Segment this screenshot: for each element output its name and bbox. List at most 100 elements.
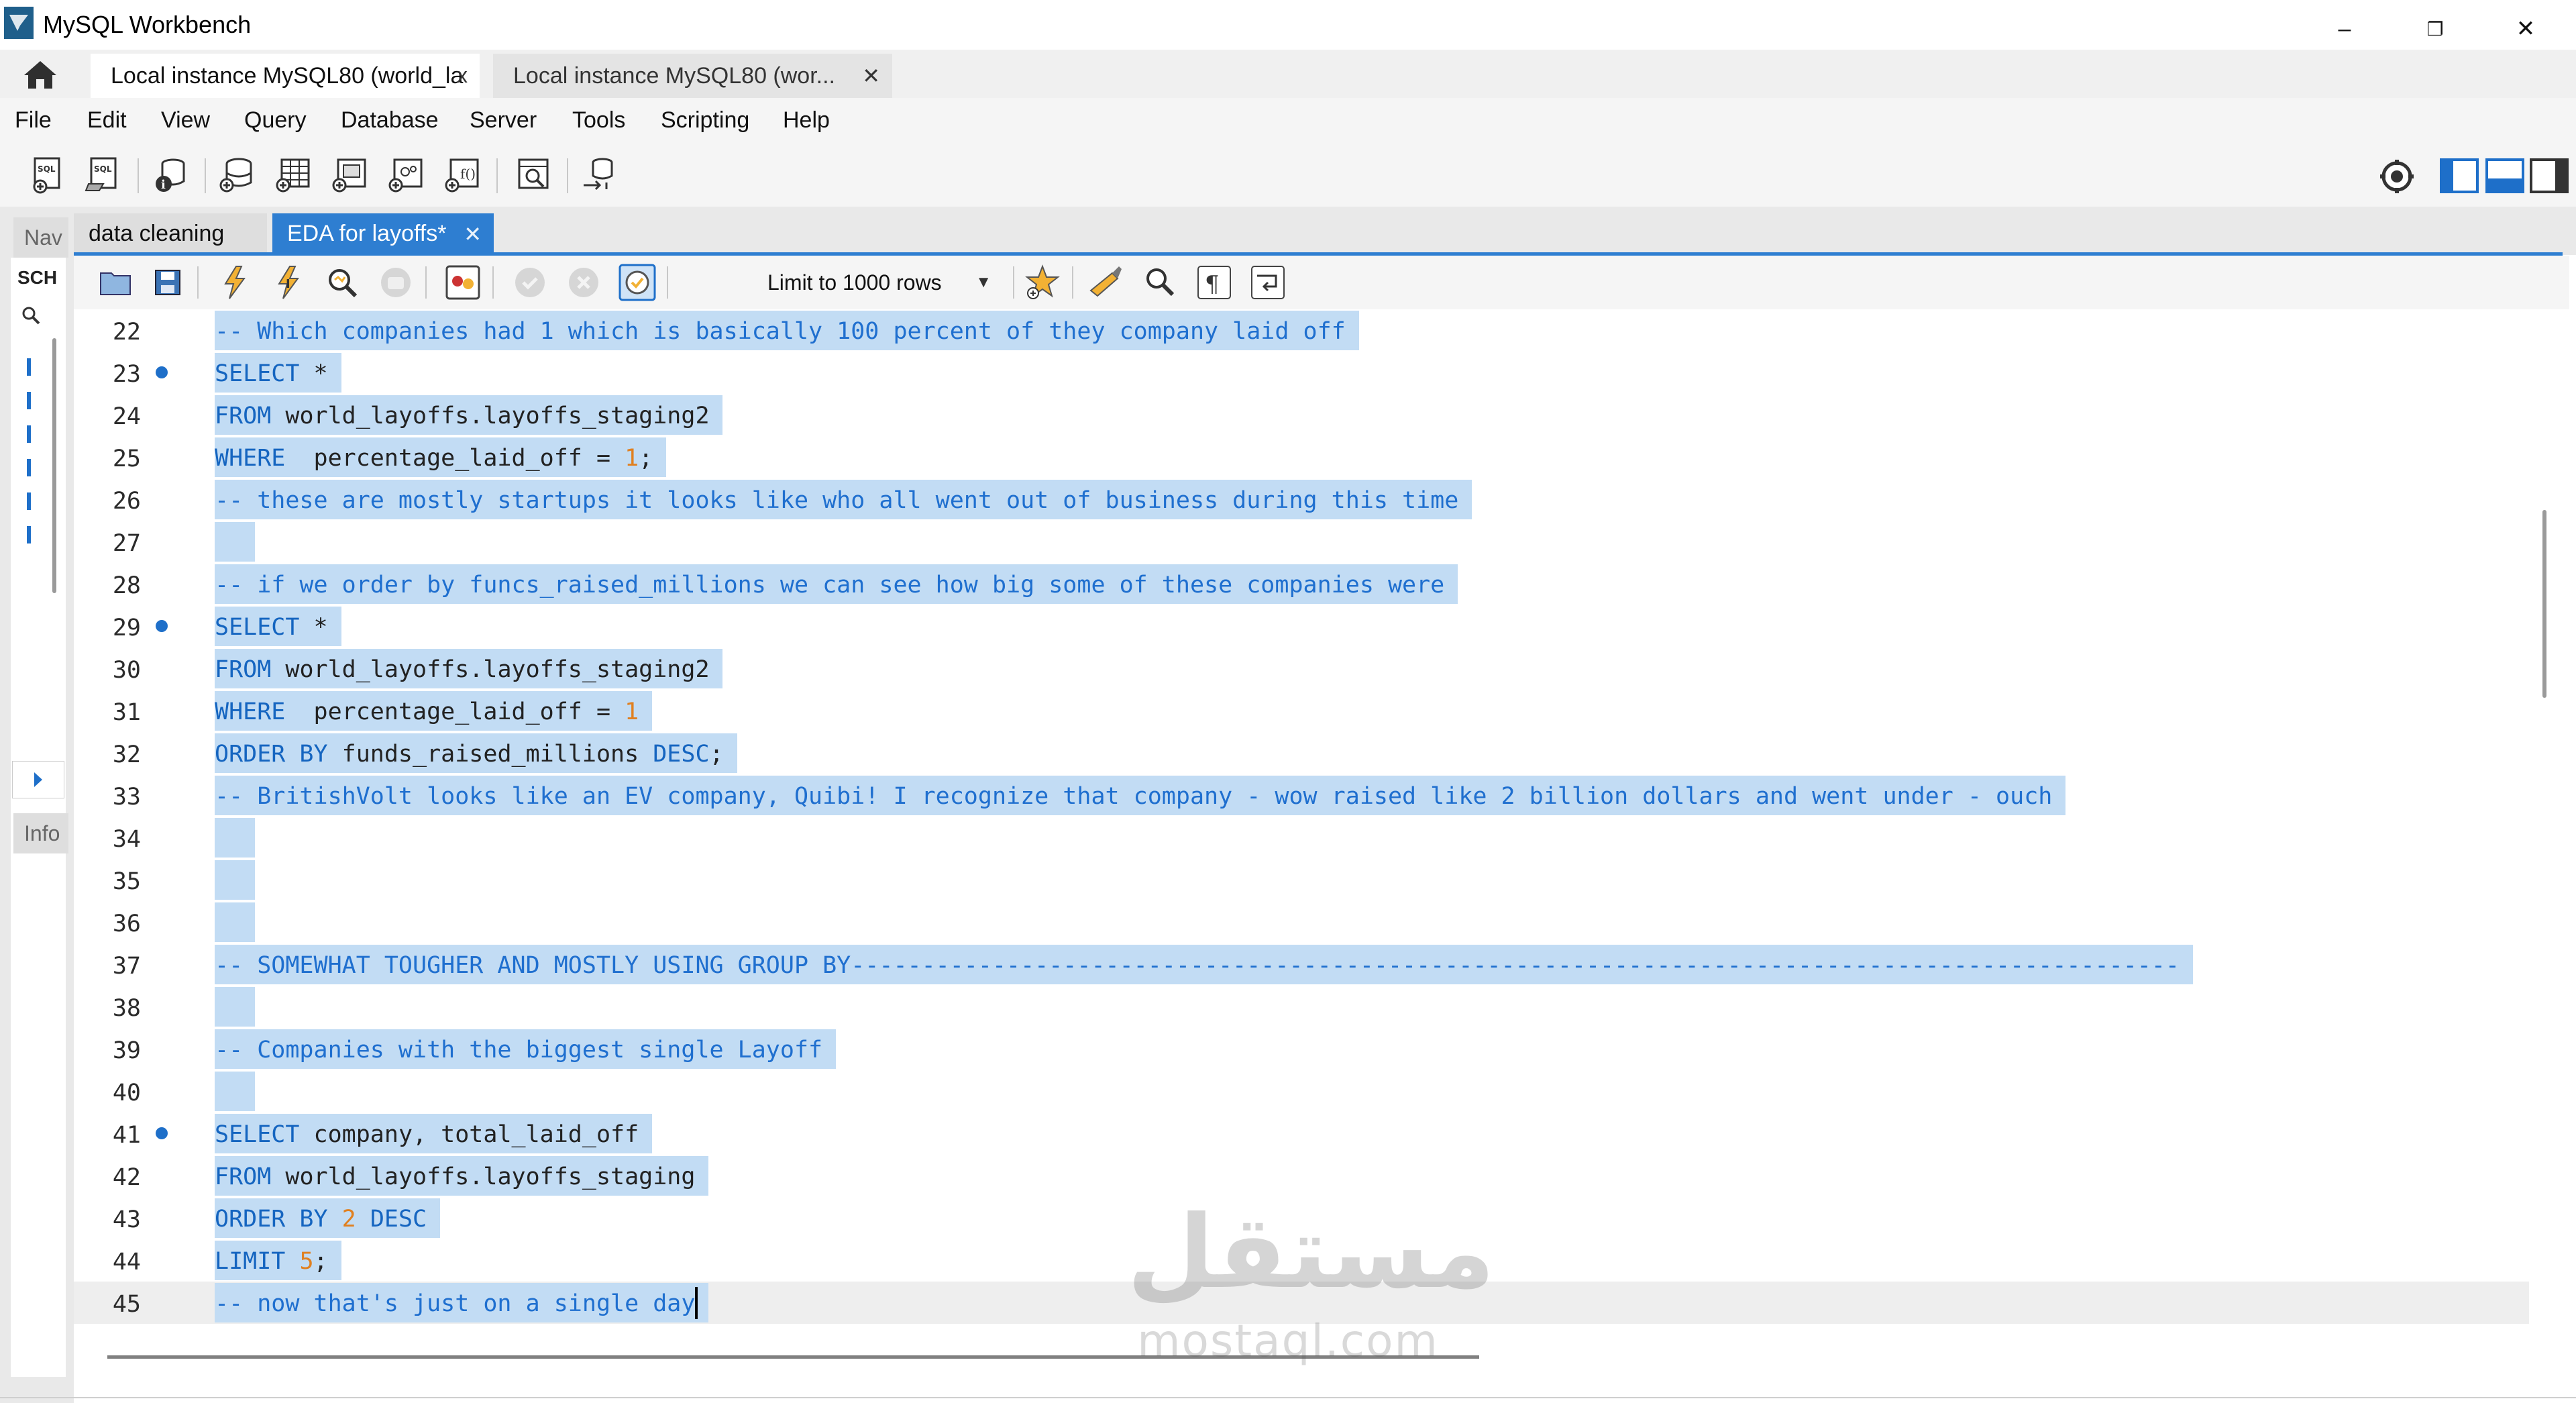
tree-expander[interactable] xyxy=(27,492,31,510)
navigator-tab[interactable]: Nav xyxy=(13,217,68,258)
schemas-label: SCH xyxy=(17,267,58,288)
code-line[interactable]: 30 FROM world_layoffs.layoffs_staging2 xyxy=(74,647,2529,690)
code-line[interactable]: 29 SELECT * xyxy=(74,605,2529,647)
code-line[interactable]: 38 xyxy=(74,986,2529,1028)
open-sql-script-icon[interactable]: SQL xyxy=(83,154,125,196)
toggle-secondary-sidebar-icon[interactable] xyxy=(2529,156,2569,197)
menu-database[interactable]: Database xyxy=(341,107,439,134)
code-line[interactable]: 37 -- SOMEWHAT TOUGHER AND MOSTLY USING G… xyxy=(74,943,2529,986)
find-replace-icon[interactable] xyxy=(1142,264,1179,301)
close-tab-button[interactable]: x xyxy=(457,63,468,88)
code-line[interactable]: 22 -- Which companies had 1 which is basi… xyxy=(74,309,2529,352)
search-icon[interactable] xyxy=(20,305,42,326)
sql-keyword: SELECT xyxy=(215,1121,300,1148)
tab-data-cleaning[interactable]: data cleaning xyxy=(74,213,267,254)
beautify-brush-icon[interactable] xyxy=(1087,264,1124,301)
create-schema-icon[interactable] xyxy=(216,154,258,196)
limit-rows-select[interactable]: Limit to 1000 rows ▼ xyxy=(751,264,1006,301)
commit-icon[interactable] xyxy=(511,264,549,301)
toolbar-separator xyxy=(197,266,199,299)
code-line[interactable]: 25 WHERE percentage_laid_off = 1; xyxy=(74,436,2529,478)
svg-text:i: i xyxy=(161,178,166,192)
code-line[interactable]: 27 xyxy=(74,521,2529,563)
invisible-characters-icon[interactable]: ¶ xyxy=(1195,264,1233,301)
tree-expander[interactable] xyxy=(27,358,31,376)
menu-view[interactable]: View xyxy=(161,107,210,134)
menu-query[interactable]: Query xyxy=(244,107,307,134)
code-line[interactable]: 36 xyxy=(74,901,2529,943)
menu-tools[interactable]: Tools xyxy=(572,107,625,134)
code-line[interactable]: 40 xyxy=(74,1070,2529,1112)
toggle-sidebar-icon[interactable] xyxy=(2439,156,2479,197)
add-snippet-star-icon[interactable] xyxy=(1024,264,1061,301)
reconnect-icon[interactable] xyxy=(580,154,621,196)
autocommit-toggle-icon[interactable] xyxy=(619,264,656,301)
close-tab-button[interactable]: ✕ xyxy=(464,221,482,247)
code-line[interactable]: 23 SELECT * xyxy=(74,352,2529,394)
code-line[interactable]: 28 -- if we order by funcs_raised_million… xyxy=(74,563,2529,605)
code-line[interactable]: 31 WHERE percentage_laid_off = 1 xyxy=(74,690,2529,732)
maximize-button[interactable]: ❐ xyxy=(2398,5,2472,52)
open-folder-icon[interactable] xyxy=(97,264,134,301)
create-procedure-icon[interactable] xyxy=(385,154,427,196)
object-inspector-icon[interactable]: i xyxy=(150,154,192,196)
toggle-output-panel-icon[interactable] xyxy=(2485,156,2525,197)
menu-file[interactable]: File xyxy=(15,107,52,134)
word-wrap-icon[interactable] xyxy=(1249,264,1287,301)
tree-expander[interactable] xyxy=(27,526,31,543)
search-table-data-icon[interactable] xyxy=(513,154,554,196)
toolbar-separator xyxy=(567,158,568,193)
create-table-icon[interactable] xyxy=(272,154,314,196)
editor-vertical-scrollbar[interactable] xyxy=(2542,510,2546,698)
statement-marker-icon[interactable] xyxy=(156,1127,168,1139)
code-text: SELECT * xyxy=(215,614,328,641)
rollback-icon[interactable] xyxy=(565,264,602,301)
connection-tab-world-layoffs[interactable]: Local instance MySQL80 (world_la x xyxy=(91,54,480,98)
code-line[interactable]: 24 FROM world_layoffs.layoffs_staging2 xyxy=(74,394,2529,436)
close-tab-button[interactable]: ✕ xyxy=(862,63,880,89)
new-sql-tab-icon[interactable]: SQL xyxy=(27,154,68,196)
connection-tab-world[interactable]: Local instance MySQL80 (wor... ✕ xyxy=(493,54,892,98)
code-line[interactable]: 32 ORDER BY funds_raised_millions DESC; xyxy=(74,732,2529,774)
sql-identifier: funds_raised_millions xyxy=(327,741,653,768)
code-line[interactable]: 41 SELECT company, total_laid_off xyxy=(74,1112,2529,1155)
tab-eda-for-layoffs[interactable]: EDA for layoffs* ✕ xyxy=(272,213,494,254)
sql-identifier: world_layoffs.layoffs_staging2 xyxy=(271,403,710,429)
execute-icon[interactable] xyxy=(216,264,254,301)
execute-current-statement-icon[interactable]: I xyxy=(270,264,307,301)
code-line[interactable]: 35 xyxy=(74,859,2529,901)
line-number: 23 xyxy=(112,361,141,388)
tree-expander[interactable] xyxy=(27,459,31,476)
connection-tab-label: Local instance MySQL80 (world_la xyxy=(111,62,464,89)
minimize-button[interactable]: – xyxy=(2308,5,2381,52)
home-tab[interactable] xyxy=(13,54,67,95)
save-icon[interactable] xyxy=(149,264,186,301)
code-line[interactable]: 34 xyxy=(74,817,2529,859)
code-line[interactable]: 26 -- these are mostly startups it looks … xyxy=(74,478,2529,521)
code-text: FROM world_layoffs.layoffs_staging xyxy=(215,1163,695,1190)
close-window-button[interactable]: ✕ xyxy=(2489,5,2563,52)
tree-expander[interactable] xyxy=(27,392,31,409)
code-line[interactable]: 39 -- Companies with the biggest single L… xyxy=(74,1028,2529,1070)
create-view-icon[interactable] xyxy=(329,154,370,196)
preferences-gear-icon[interactable] xyxy=(2376,156,2418,197)
toggle-continue-on-error-icon[interactable] xyxy=(444,264,482,301)
statement-marker-icon[interactable] xyxy=(156,620,168,632)
code-text: WHERE percentage_laid_off = 1 xyxy=(215,698,639,725)
create-function-icon[interactable]: f() xyxy=(441,154,483,196)
menu-scripting[interactable]: Scripting xyxy=(661,107,749,134)
nav-scrollbar[interactable] xyxy=(52,338,56,593)
info-tab[interactable]: Info xyxy=(13,813,68,853)
menu-edit[interactable]: Edit xyxy=(87,107,127,134)
stop-icon[interactable] xyxy=(377,264,415,301)
statement-marker-icon[interactable] xyxy=(156,366,168,378)
menu-server[interactable]: Server xyxy=(470,107,537,134)
code-line[interactable]: 42 FROM world_layoffs.layoffs_staging xyxy=(74,1155,2529,1197)
explain-icon[interactable] xyxy=(323,264,361,301)
sql-code-editor[interactable]: 22 -- Which companies had 1 which is basi… xyxy=(74,309,2529,1343)
code-line[interactable]: 33 -- BritishVolt looks like an EV compan… xyxy=(74,774,2529,817)
menu-help[interactable]: Help xyxy=(783,107,830,134)
tab-label: data cleaning xyxy=(89,220,225,246)
tree-expander[interactable] xyxy=(27,425,31,443)
sidebar-toggle-button[interactable] xyxy=(12,761,64,798)
